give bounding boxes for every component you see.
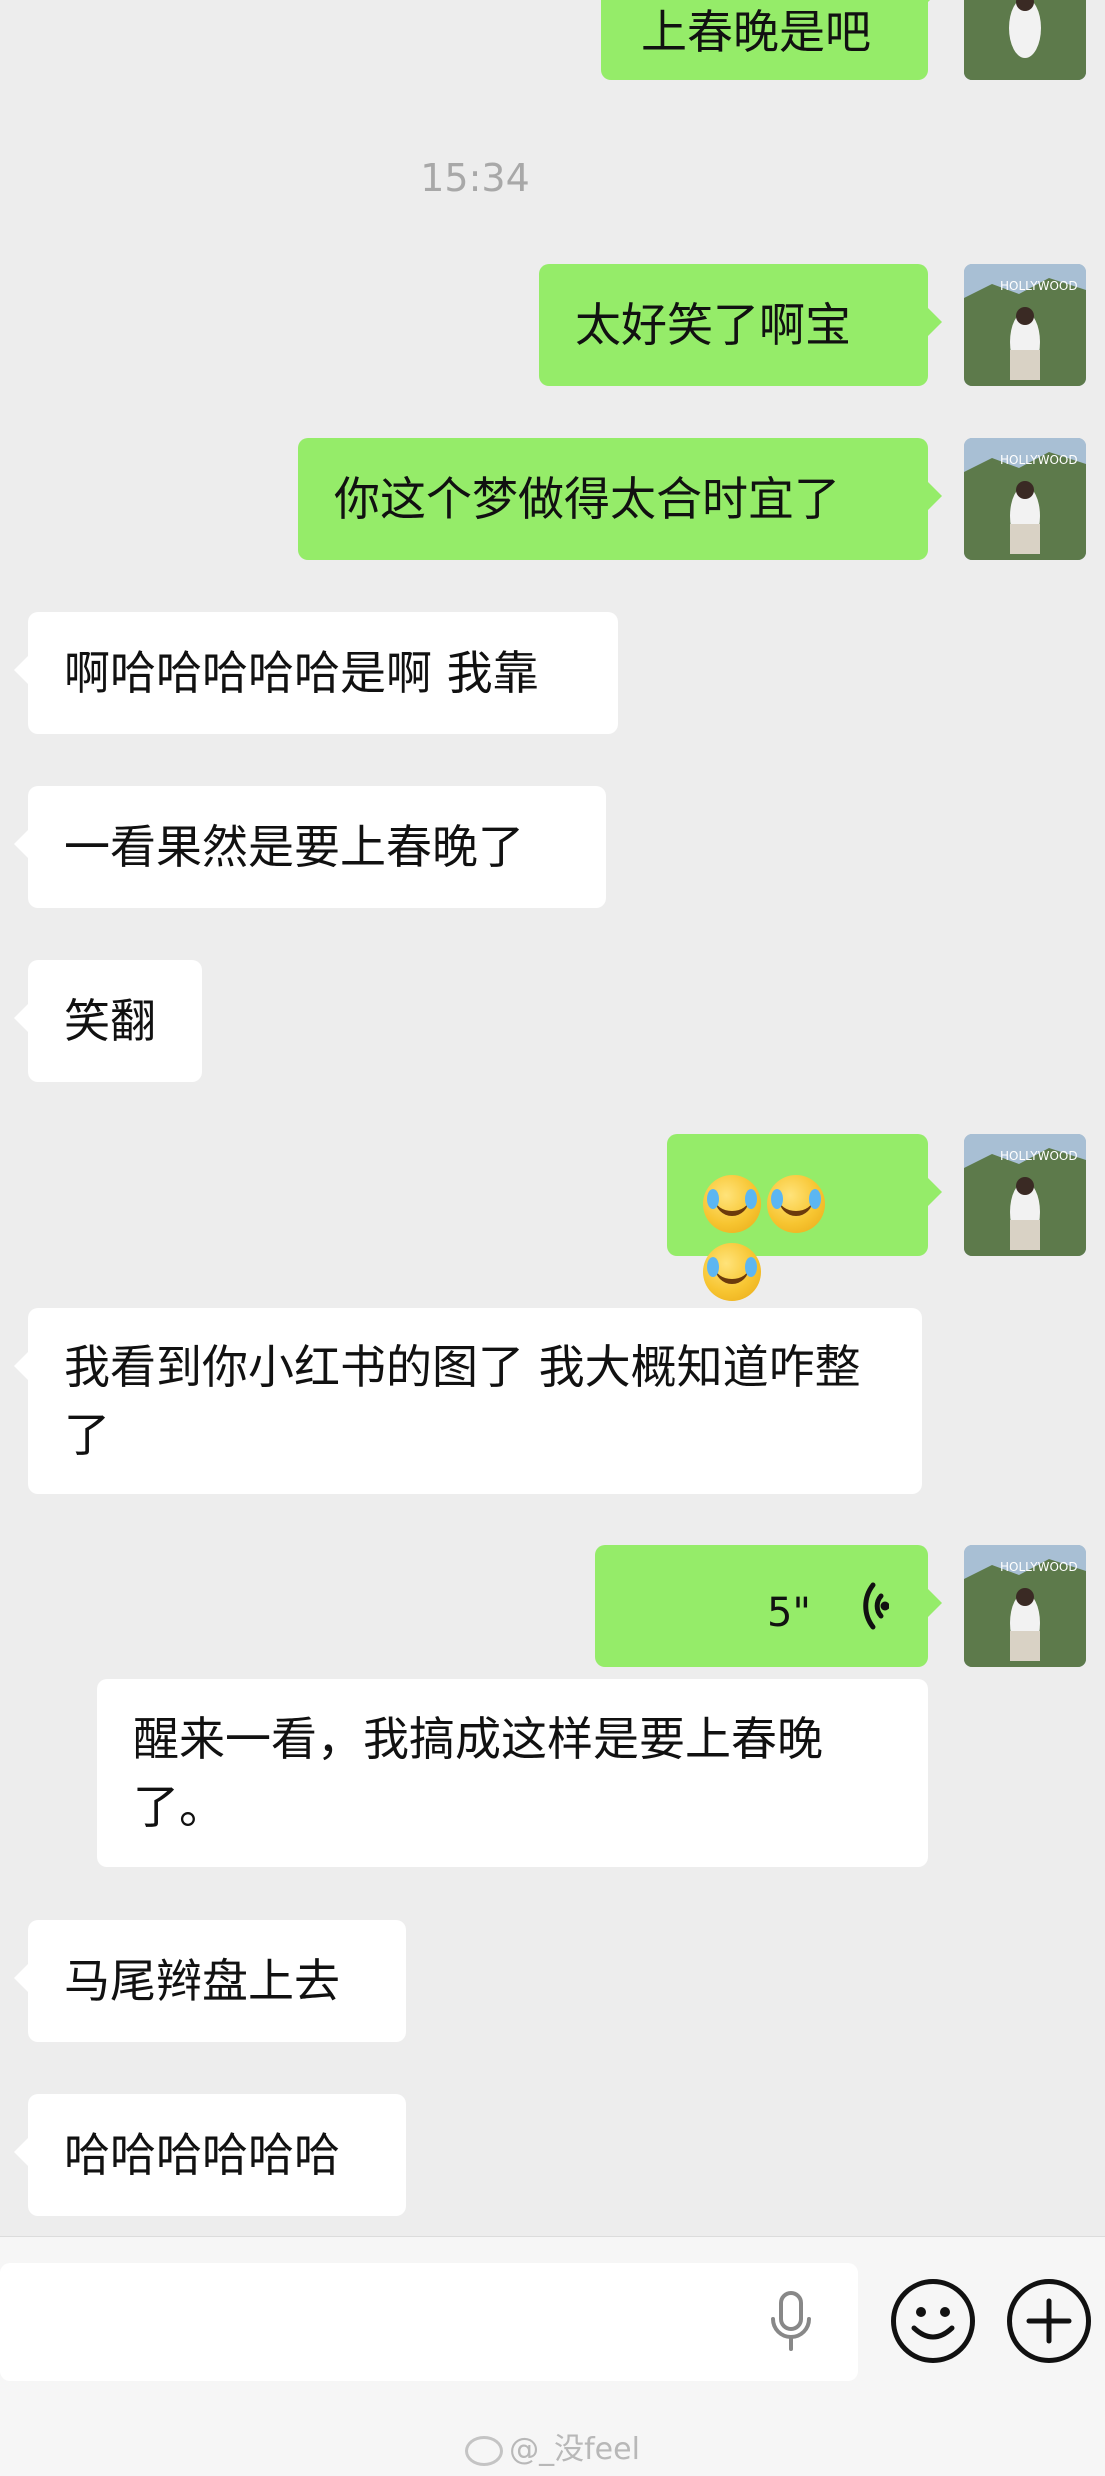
weibo-logo-icon — [465, 2435, 504, 2466]
my-avatar[interactable]: HOLLYWOOD — [964, 438, 1086, 560]
message-bubble-outgoing[interactable] — [667, 1134, 942, 1301]
face-with-tears-of-joy-icon — [703, 1242, 761, 1301]
avatar-photo-icon: HOLLYWOOD — [964, 264, 1086, 386]
message-text: 马尾辫盘上去 — [64, 1954, 340, 2008]
message-bubble-outgoing[interactable]: 太好笑了啊宝 — [539, 264, 942, 386]
message-bubble-incoming[interactable]: 我看到你小红书的图了 我大概知道咋整了 — [14, 1308, 922, 1494]
message-bubble-incoming[interactable]: 马尾辫盘上去 — [14, 1920, 406, 2042]
message-bubble-outgoing[interactable]: 上春晚是吧 — [601, 0, 942, 80]
message-text: 一看果然是要上春晚了 — [64, 820, 524, 874]
message-text: 你这个梦做得太合时宜了 — [334, 472, 840, 526]
chat-area[interactable]: 上春晚是吧 15:34 太好笑了啊宝 HOLLYWOOD 你这个梦做得太合时宜了… — [0, 0, 1105, 2236]
message-bubble-incoming[interactable]: 笑翻 — [14, 960, 202, 1082]
svg-text:HOLLYWOOD: HOLLYWOOD — [1000, 1149, 1078, 1163]
message-bubble-incoming[interactable]: 一看果然是要上春晚了 — [14, 786, 606, 908]
more-button[interactable] — [1007, 2279, 1091, 2363]
watermark: @_没feel — [0, 2424, 1105, 2468]
watermark-text: @_没feel — [509, 2432, 640, 2467]
emoji-button[interactable] — [891, 2279, 975, 2363]
voice-duration: 5" — [767, 1590, 811, 1636]
message-text: 笑翻 — [64, 994, 156, 1048]
face-with-tears-of-joy-icon — [767, 1174, 825, 1233]
message-text: 啊哈哈哈哈哈是啊 我靠 — [64, 646, 539, 700]
avatar-photo-icon: HOLLYWOOD — [964, 438, 1086, 560]
avatar-photo-icon — [964, 0, 1086, 80]
message-text: 哈哈哈哈哈哈 — [64, 2128, 340, 2182]
svg-text:HOLLYWOOD: HOLLYWOOD — [1000, 279, 1078, 293]
my-avatar[interactable]: HOLLYWOOD — [964, 1545, 1086, 1667]
my-avatar[interactable]: HOLLYWOOD — [964, 1134, 1086, 1256]
voice-wave-icon — [863, 1582, 889, 1630]
message-text: 我看到你小红书的图了 我大概知道咋整了 — [64, 1340, 861, 1462]
svg-text:HOLLYWOOD: HOLLYWOOD — [1000, 453, 1078, 467]
svg-text:HOLLYWOOD: HOLLYWOOD — [1000, 1560, 1078, 1574]
message-bubble-incoming[interactable]: 啊哈哈哈哈哈是啊 我靠 — [14, 612, 618, 734]
avatar-photo-icon: HOLLYWOOD — [964, 1134, 1086, 1256]
transcript-text: 醒来一看，我搞成这样是要上春晚了。 — [133, 1712, 823, 1834]
my-avatar[interactable]: HOLLYWOOD — [964, 264, 1086, 386]
plus-icon — [1026, 2298, 1072, 2344]
message-bubble-incoming[interactable]: 哈哈哈哈哈哈 — [14, 2094, 406, 2216]
message-text: 上春晚是吧 — [641, 5, 871, 59]
message-input[interactable] — [0, 2263, 858, 2381]
my-avatar[interactable] — [964, 0, 1086, 80]
smiley-icon — [911, 2307, 955, 2340]
message-bubble-outgoing[interactable]: 你这个梦做得太合时宜了 — [298, 438, 942, 560]
chat-timestamp: 15:34 — [420, 156, 530, 200]
face-with-tears-of-joy-icon — [703, 1174, 761, 1233]
voice-message-bubble[interactable]: 5" — [595, 1545, 942, 1667]
message-text: 太好笑了啊宝 — [575, 298, 851, 352]
microphone-icon[interactable] — [768, 2291, 814, 2353]
avatar-photo-icon: HOLLYWOOD — [964, 1545, 1086, 1667]
voice-transcript[interactable]: 醒来一看，我搞成这样是要上春晚了。 — [97, 1679, 928, 1867]
